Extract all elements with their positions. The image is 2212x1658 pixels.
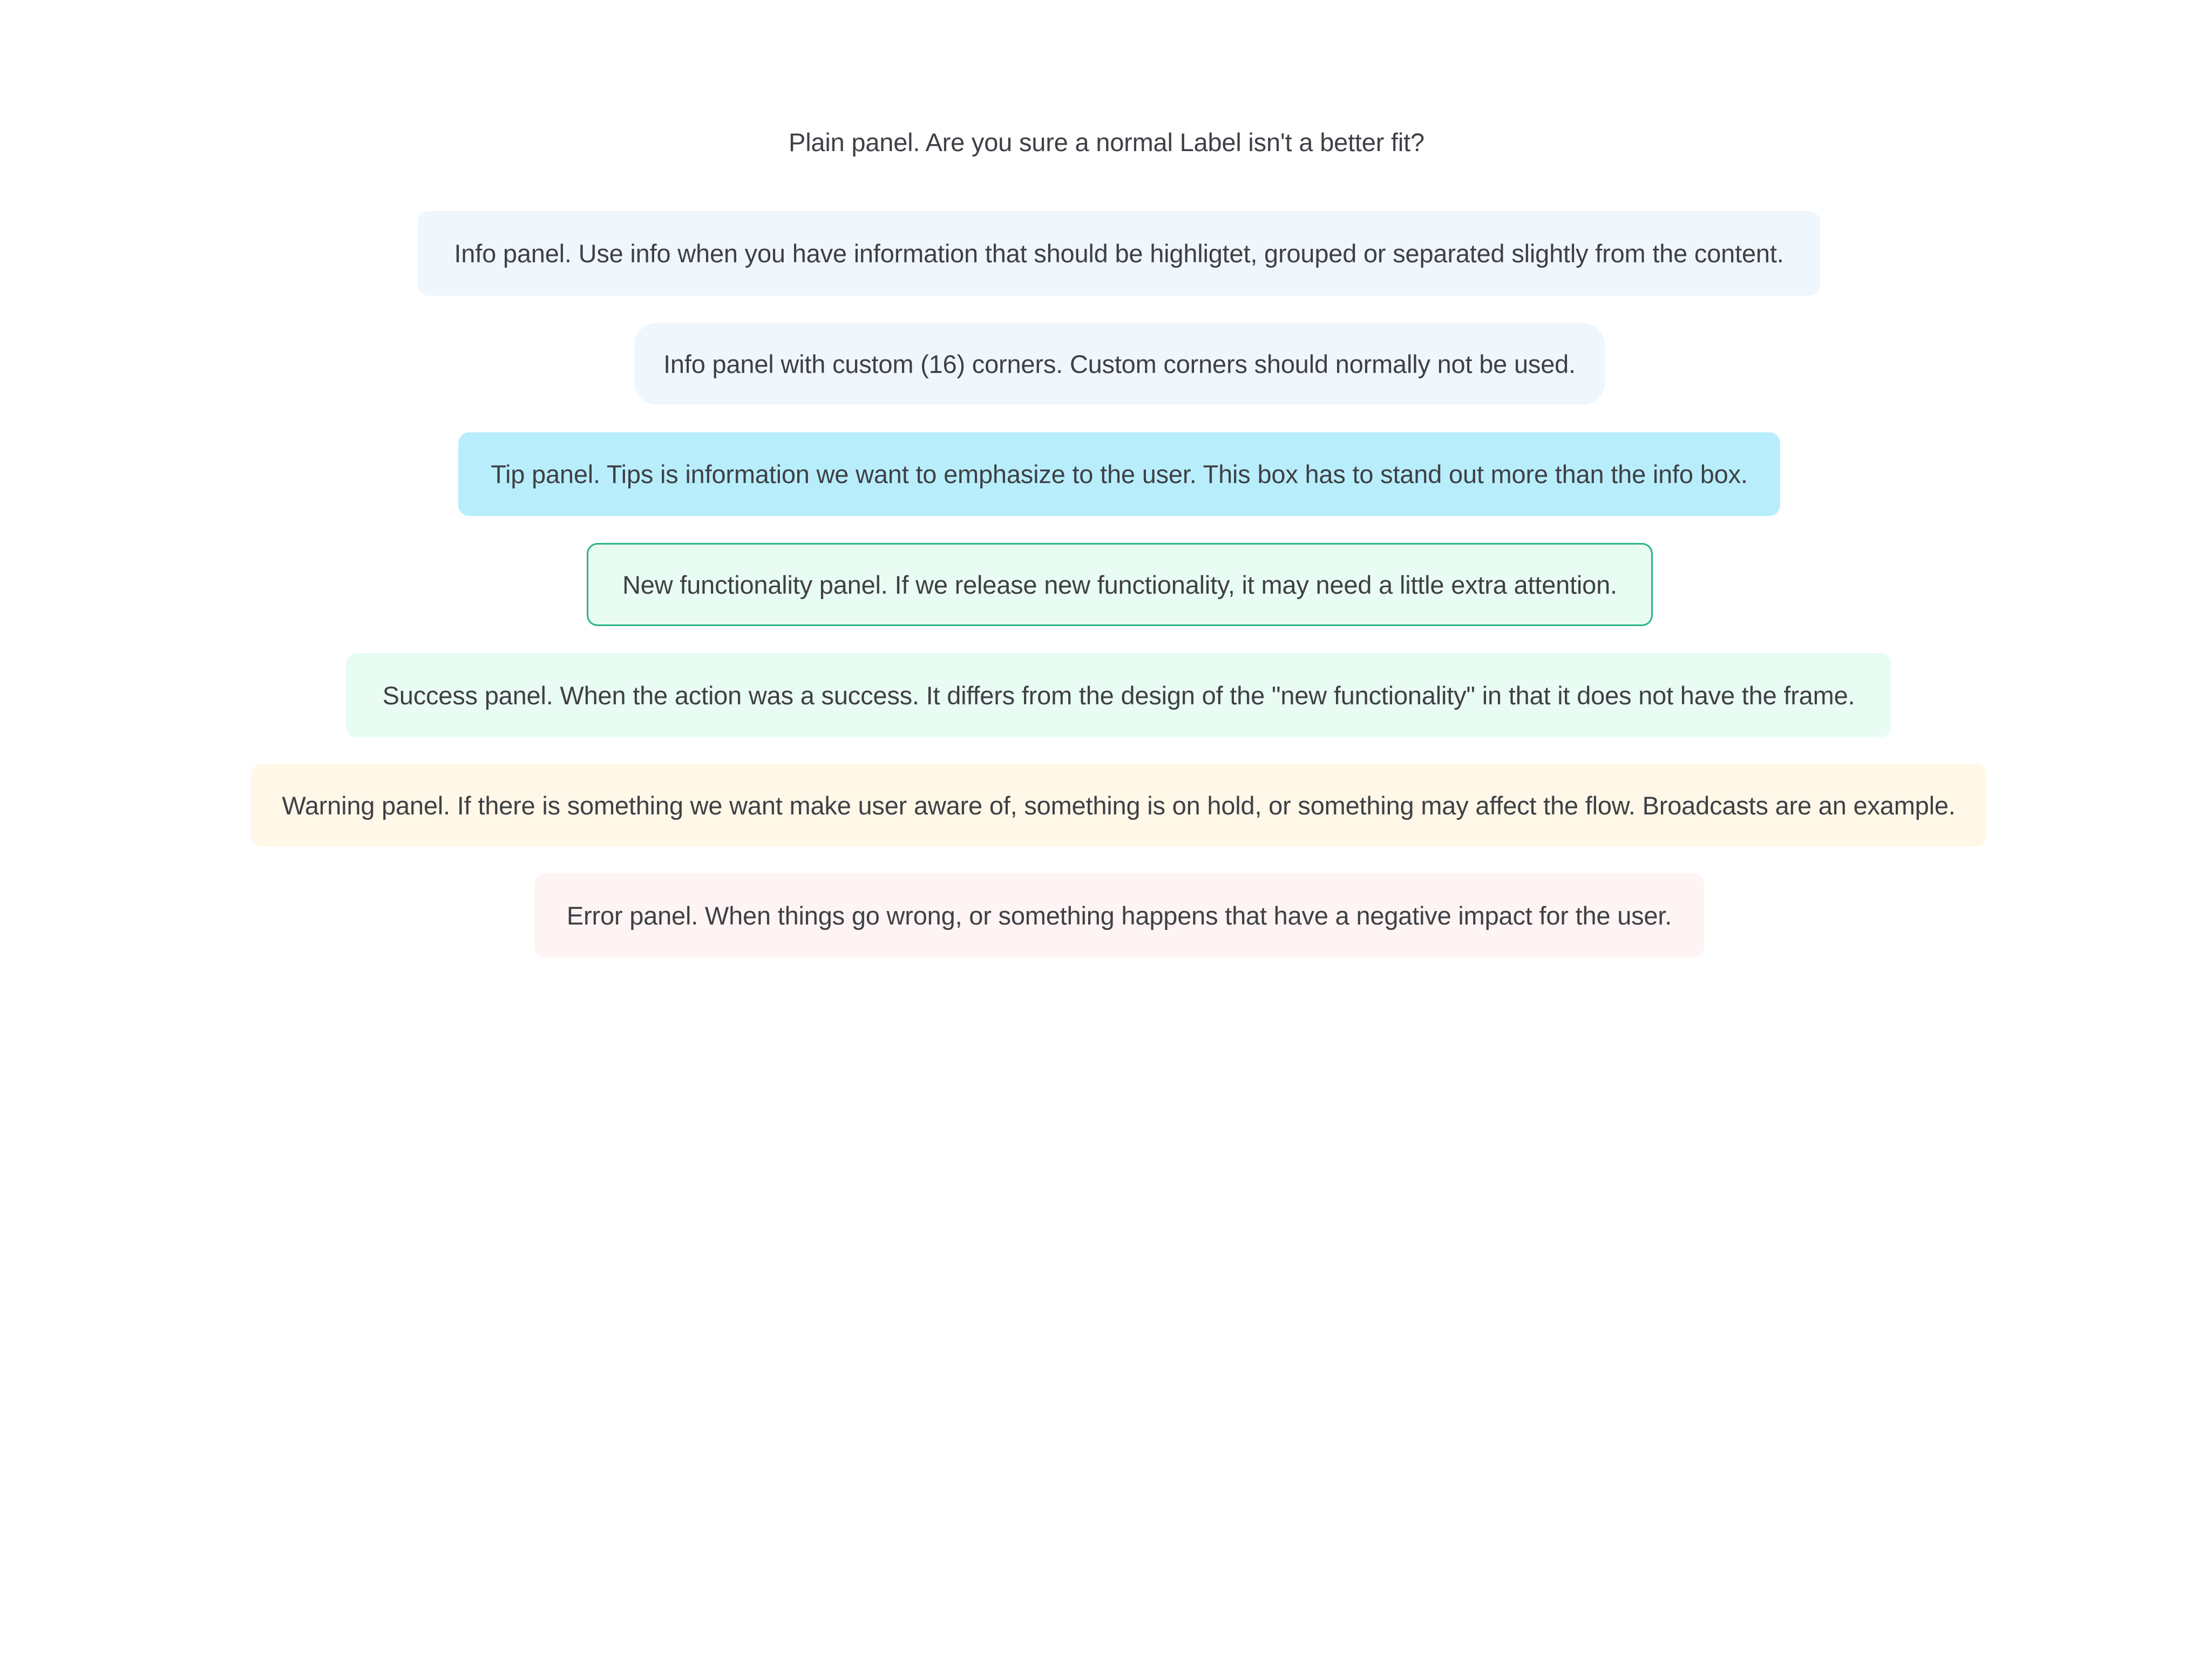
info-panel-custom-corners-text: Info panel with custom (16) corners. Cus… [663,349,1576,378]
error-panel-text: Error panel. When things go wrong, or so… [566,901,1672,930]
new-functionality-panel-text: New functionality panel. If we release n… [622,570,1617,599]
success-panel: Success panel. When the action was a suc… [346,653,1891,737]
new-functionality-panel: New functionality panel. If we release n… [587,543,1653,626]
plain-panel-text: Plain panel. Are you sure a normal Label… [789,127,1424,157]
info-panel: Info panel. Use info when you have infor… [418,211,1820,296]
success-panel-text: Success panel. When the action was a suc… [382,681,1855,710]
plain-panel: Plain panel. Are you sure a normal Label… [788,125,1425,159]
error-panel: Error panel. When things go wrong, or so… [534,873,1704,957]
tip-panel-text: Tip panel. Tips is information we want t… [491,460,1748,488]
tip-panel: Tip panel. Tips is information we want t… [458,432,1780,516]
info-panel-text: Info panel. Use info when you have infor… [454,239,1784,268]
warning-panel-text: Warning panel. If there is something we … [282,791,1956,820]
warning-panel: Warning panel. If there is something we … [251,764,1986,847]
info-panel-custom-corners: Info panel with custom (16) corners. Cus… [634,323,1605,405]
